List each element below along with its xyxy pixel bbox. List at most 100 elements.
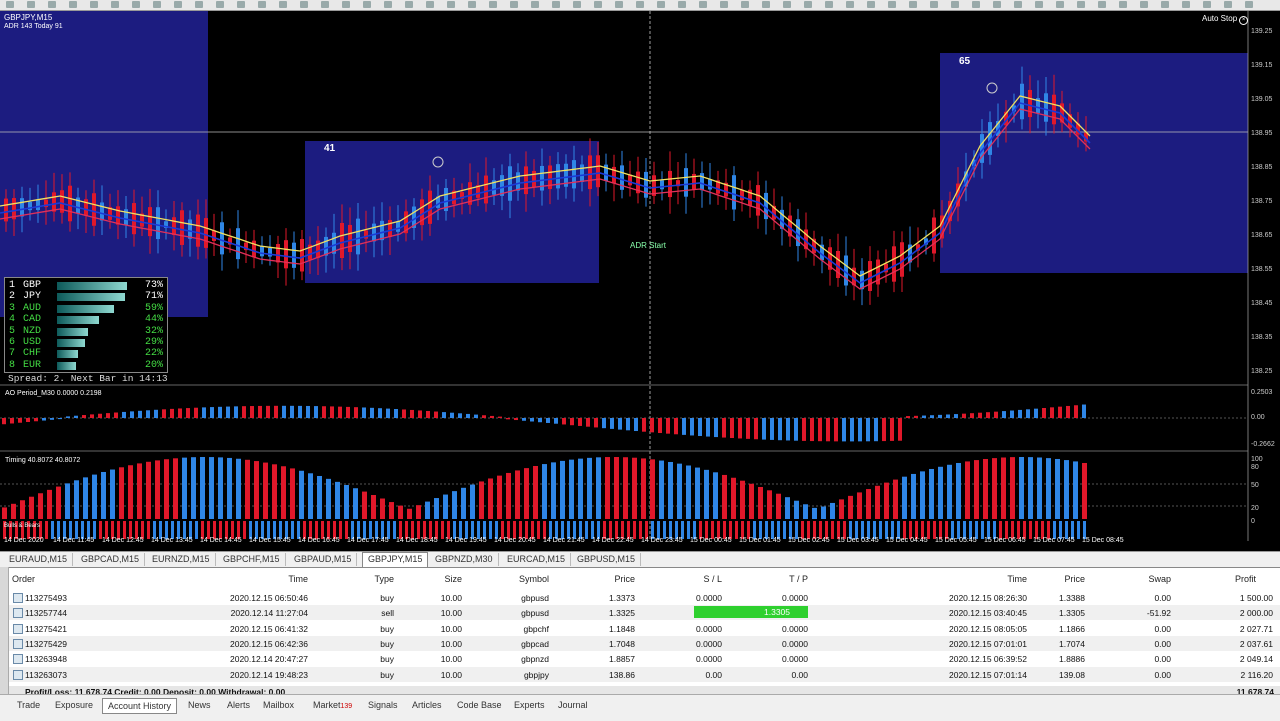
toolbar-icon[interactable] [132, 1, 140, 8]
terminal-tab[interactable]: Experts [509, 698, 550, 712]
toolbar-icon[interactable] [636, 1, 644, 8]
column-header[interactable]: T / P [789, 574, 808, 584]
column-header[interactable]: S / L [703, 574, 722, 584]
terminal-tab[interactable]: Account History [102, 698, 178, 714]
toolbar-icon[interactable] [657, 1, 665, 8]
toolbar-icon[interactable] [48, 1, 56, 8]
symbol-tab[interactable]: EURCAD,M15 [502, 553, 572, 566]
toolbar-icon[interactable] [1119, 1, 1127, 8]
toolbar-icon[interactable] [1098, 1, 1106, 8]
table-row[interactable]: 113275421 2020.12.15 06:41:32 buy 10.00 gbpc… [9, 621, 1280, 636]
table-row[interactable]: 113257744 2020.12.14 11:27:04 sell 10.00 gbp… [9, 605, 1280, 621]
toolbar-icon[interactable] [342, 1, 350, 8]
terminal-tab[interactable]: Mailbox [258, 698, 299, 712]
terminal-tab[interactable]: News [183, 698, 216, 712]
terminal-tab[interactable]: Exposure [50, 698, 98, 712]
column-header[interactable]: Time [1007, 574, 1027, 584]
toolbar-icon[interactable] [678, 1, 686, 8]
toolbar-icon[interactable] [888, 1, 896, 8]
toolbar-icon[interactable] [1203, 1, 1211, 8]
column-header[interactable]: Time [288, 574, 308, 584]
toolbar-icon[interactable] [426, 1, 434, 8]
terminal-tab[interactable]: Articles [407, 698, 447, 712]
toolbar-icon[interactable] [762, 1, 770, 8]
toolbar-icon[interactable] [153, 1, 161, 8]
toolbar-icon[interactable] [1035, 1, 1043, 8]
toolbar-icon[interactable] [930, 1, 938, 8]
symbol-tab[interactable]: GBPCHF,M15 [218, 553, 286, 566]
toolbar-icon[interactable] [867, 1, 875, 8]
symbol-tab[interactable]: GBPCAD,M15 [76, 553, 146, 566]
toolbar-icon[interactable] [1161, 1, 1169, 8]
terminal-tab[interactable]: Code Base [452, 698, 507, 712]
toolbar-icon[interactable] [804, 1, 812, 8]
toolbar-icon[interactable] [384, 1, 392, 8]
toolbar-icon[interactable] [489, 1, 497, 8]
toolbar-icon[interactable] [699, 1, 707, 8]
symbol-tab[interactable]: EURNZD,M15 [147, 553, 216, 566]
close-icon[interactable]: × [1239, 16, 1249, 25]
toolbar-icon[interactable] [531, 1, 539, 8]
column-header[interactable]: Swap [1148, 574, 1171, 584]
toolbar-icon[interactable] [552, 1, 560, 8]
toolbar-icon[interactable] [1245, 1, 1253, 8]
toolbar-icon[interactable] [6, 1, 14, 8]
toolbar-icon[interactable] [300, 1, 308, 8]
toolbar-icon[interactable] [1077, 1, 1085, 8]
column-header[interactable]: Profit [1235, 574, 1256, 584]
table-row[interactable]: 113275493 2020.12.15 06:50:46 buy 10.00 gbpu… [9, 590, 1280, 605]
toolbar-icon[interactable] [510, 1, 518, 8]
toolbar-icon[interactable] [69, 1, 77, 8]
terminal-tab[interactable]: Signals [363, 698, 403, 712]
toolbar-icon[interactable] [951, 1, 959, 8]
toolbar-icon[interactable] [279, 1, 287, 8]
toolbar-icon[interactable] [174, 1, 182, 8]
toolbar-icon[interactable] [237, 1, 245, 8]
toolbar-icon[interactable] [405, 1, 413, 8]
toolbar-icon[interactable] [27, 1, 35, 8]
toolbar-icon[interactable] [1182, 1, 1190, 8]
toolbar-icon[interactable] [447, 1, 455, 8]
table-row[interactable]: 113263948 2020.12.14 20:47:27 buy 10.00 gbpn… [9, 651, 1280, 666]
toolbar-icon[interactable] [783, 1, 791, 8]
toolbar-icon[interactable] [909, 1, 917, 8]
toolbar-icon[interactable] [321, 1, 329, 8]
toolbar-icon[interactable] [111, 1, 119, 8]
table-row[interactable]: 113263073 2020.12.14 19:48:23 buy 10.00 gbpj… [9, 666, 1280, 682]
terminal-tab[interactable]: Market139 [308, 698, 357, 712]
toolbar-icon[interactable] [993, 1, 1001, 8]
toolbar-icon[interactable] [216, 1, 224, 8]
toolbar-icon[interactable] [258, 1, 266, 8]
toolbar-icon[interactable] [1140, 1, 1148, 8]
toolbar-icon[interactable] [1224, 1, 1232, 8]
toolbar-icon[interactable] [972, 1, 980, 8]
column-header[interactable]: Price [1064, 574, 1085, 584]
toolbar-icon[interactable] [573, 1, 581, 8]
column-header[interactable]: Size [444, 574, 462, 584]
symbol-tab[interactable]: GBPJPY,M15 [362, 552, 429, 568]
toolbar-icon[interactable] [720, 1, 728, 8]
toolbar-icon[interactable] [1056, 1, 1064, 8]
toolbar-icon[interactable] [90, 1, 98, 8]
toolbar-icon[interactable] [825, 1, 833, 8]
toolbar-icon[interactable] [363, 1, 371, 8]
toolbar-icon[interactable] [615, 1, 623, 8]
toolbar-icon[interactable] [195, 1, 203, 8]
column-header[interactable]: Order [12, 574, 35, 584]
symbol-tab[interactable]: GBPNZD,M30 [430, 553, 499, 566]
price-chart[interactable]: 41 65 ADR Start [0, 11, 1280, 549]
auto-stop-button[interactable]: Auto Stop × [1202, 14, 1249, 25]
terminal-tab[interactable]: Trade [12, 698, 45, 712]
symbol-tab[interactable]: GBPUSD,M15 [572, 553, 642, 566]
toolbar-icon[interactable] [846, 1, 854, 8]
toolbar-icon[interactable] [468, 1, 476, 8]
table-row[interactable]: 113275429 2020.12.15 06:42:36 buy 10.00 gbpc… [9, 635, 1280, 651]
column-header[interactable]: Type [374, 574, 394, 584]
symbol-tab[interactable]: EURAUD,M15 [4, 553, 74, 566]
terminal-tab[interactable]: Alerts [222, 698, 255, 712]
toolbar-icon[interactable] [594, 1, 602, 8]
toolbar-icon[interactable] [741, 1, 749, 8]
column-header[interactable]: Symbol [519, 574, 549, 584]
terminal-tab[interactable]: Journal [553, 698, 593, 712]
toolbar-icon[interactable] [1014, 1, 1022, 8]
